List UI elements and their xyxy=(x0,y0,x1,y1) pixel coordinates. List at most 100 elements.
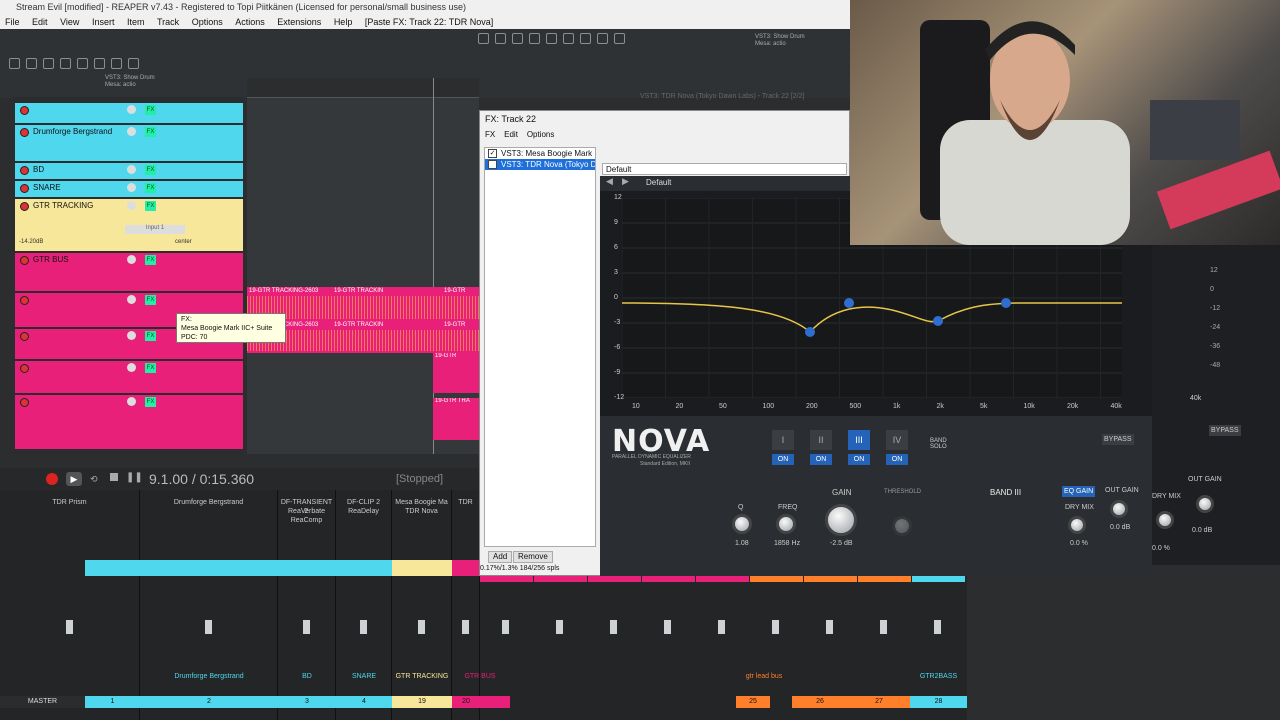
mixer-track-name[interactable]: GTR2BASS xyxy=(910,671,967,683)
play-button[interactable]: ▶ xyxy=(66,472,82,486)
volume-fader[interactable] xyxy=(880,620,887,634)
volume-fader[interactable] xyxy=(66,620,73,634)
volume-knob[interactable] xyxy=(127,105,136,114)
dry-mix-knob[interactable] xyxy=(1068,516,1086,534)
pause-button[interactable]: ❚❚ xyxy=(126,472,143,483)
track-header[interactable]: GTR BUS FX xyxy=(15,253,243,291)
fx-button[interactable]: FX xyxy=(145,295,156,305)
settings-icon[interactable] xyxy=(529,33,540,44)
mixer-track-number[interactable]: 3 xyxy=(278,696,336,708)
fx-button[interactable]: FX xyxy=(145,105,156,115)
volume-knob[interactable] xyxy=(127,183,136,192)
fx-button[interactable]: FX xyxy=(145,183,156,193)
redo-icon[interactable] xyxy=(77,58,88,69)
fx-button[interactable]: FX xyxy=(145,201,156,211)
fx-list-item[interactable]: ✓ VST3: Mesa Boogie Mark II... xyxy=(485,148,595,159)
eq-band-handle[interactable] xyxy=(805,327,815,337)
mixer-strip[interactable]: TDR Prism xyxy=(0,490,140,720)
menu-file[interactable]: File xyxy=(5,17,20,27)
record-arm-icon[interactable] xyxy=(20,184,29,193)
menu-insert[interactable]: Insert xyxy=(92,17,115,27)
eq-band-handle[interactable] xyxy=(1001,298,1011,308)
file-icon[interactable] xyxy=(478,33,489,44)
menu-options[interactable]: Options xyxy=(192,17,223,27)
undo-icon[interactable] xyxy=(546,33,557,44)
volume-fader[interactable] xyxy=(934,620,941,634)
fx-button[interactable]: FX xyxy=(145,397,156,407)
volume-fader[interactable] xyxy=(610,620,617,634)
fx-button[interactable]: FX xyxy=(145,127,156,137)
stop-button[interactable] xyxy=(110,473,118,481)
menu-track[interactable]: Track xyxy=(157,17,179,27)
metronome-icon[interactable] xyxy=(580,33,591,44)
arrow-left-icon[interactable]: ◀ xyxy=(606,176,613,187)
save-icon[interactable] xyxy=(43,58,54,69)
eq-band-handle[interactable] xyxy=(844,298,854,308)
record-arm-icon[interactable] xyxy=(20,332,29,341)
band-ii-button[interactable]: II xyxy=(810,430,832,450)
band-iv-button[interactable]: IV xyxy=(886,430,908,450)
volume-knob[interactable] xyxy=(127,127,136,136)
mixer-track-number[interactable]: 20 xyxy=(452,696,480,708)
mixer-track-name[interactable]: GTR TRACKING xyxy=(392,671,452,683)
nova-preset-name[interactable]: Default xyxy=(646,178,671,187)
band-solo-button[interactable]: BAND SOLO xyxy=(930,438,954,450)
mixer-track-number[interactable]: 25 xyxy=(736,696,770,708)
new-project-icon[interactable] xyxy=(9,58,20,69)
fx-menu-edit[interactable]: Edit xyxy=(504,130,518,139)
mixer-track-name[interactable]: gtr lead bus xyxy=(736,671,792,683)
lock-icon[interactable] xyxy=(614,33,625,44)
preset-dropdown[interactable]: Default xyxy=(602,163,847,175)
loop-icon[interactable] xyxy=(128,58,139,69)
volume-fader[interactable] xyxy=(418,620,425,634)
band-iv-on[interactable]: ON xyxy=(886,454,908,465)
volume-fader[interactable] xyxy=(205,620,212,634)
menu-view[interactable]: View xyxy=(60,17,79,27)
undo-icon[interactable] xyxy=(60,58,71,69)
track-name[interactable]: GTR TRACKING xyxy=(33,201,93,210)
band-iii-on[interactable]: ON xyxy=(848,454,870,465)
mixer-strip[interactable]: DF-CLIP 2 ReaDelay xyxy=(336,490,392,720)
volume-fader[interactable] xyxy=(826,620,833,634)
snap-icon[interactable] xyxy=(94,58,105,69)
volume-knob[interactable] xyxy=(127,255,136,264)
fx-list-item-selected[interactable]: ✓ VST3: TDR Nova (Tokyo D... xyxy=(485,159,595,170)
mixer-track-number[interactable]: MASTER xyxy=(0,696,85,708)
out-gain-knob[interactable] xyxy=(1110,500,1128,518)
out-gain-knob[interactable] xyxy=(1196,495,1214,513)
volume-fader[interactable] xyxy=(360,620,367,634)
bypass-button[interactable]: BYPASS xyxy=(1102,434,1134,445)
eq-band-handle[interactable] xyxy=(933,316,943,326)
media-item[interactable]: 19-GTR xyxy=(433,353,479,393)
volume-knob[interactable] xyxy=(127,331,136,340)
mixer-track-number[interactable]: 28 xyxy=(910,696,967,708)
folder-icon[interactable] xyxy=(495,33,506,44)
band-iii-button[interactable]: III xyxy=(848,430,870,450)
mixer-track-number[interactable]: 4 xyxy=(336,696,392,708)
fx-button[interactable]: FX xyxy=(145,331,156,341)
volume-fader[interactable] xyxy=(664,620,671,634)
track-header[interactable]: SNARE FX xyxy=(15,181,243,197)
dry-mix-knob[interactable] xyxy=(1156,511,1174,529)
menu-actions[interactable]: Actions xyxy=(235,17,265,27)
download-icon[interactable] xyxy=(512,33,523,44)
menu-help[interactable]: Help xyxy=(334,17,353,27)
track-input[interactable]: Input 1 xyxy=(125,225,185,234)
track-header[interactable]: FX1 xyxy=(15,103,243,123)
track-header[interactable]: GTR TRACKINGFX-14.20dBcenterInput 119 xyxy=(15,199,243,251)
mixer-track-number[interactable]: 19 xyxy=(392,696,452,708)
volume-knob[interactable] xyxy=(127,363,136,372)
mixer-track-name[interactable]: BD xyxy=(278,671,336,683)
track-name[interactable]: Drumforge Bergstrand xyxy=(33,127,112,136)
track-name[interactable]: BD xyxy=(33,165,44,174)
mixer-strip[interactable]: TDR xyxy=(452,490,480,720)
media-item[interactable]: 19-GTR TRA xyxy=(433,398,479,440)
volume-fader[interactable] xyxy=(556,620,563,634)
menu-extensions[interactable]: Extensions xyxy=(277,17,321,27)
remove-fx-button[interactable]: Remove xyxy=(513,551,553,563)
volume-fader[interactable] xyxy=(772,620,779,634)
mixer-track-number[interactable] xyxy=(480,696,510,708)
redo-icon[interactable] xyxy=(563,33,574,44)
record-arm-icon[interactable] xyxy=(20,202,29,211)
eq-gain-button[interactable]: EQ GAIN xyxy=(1062,486,1096,497)
